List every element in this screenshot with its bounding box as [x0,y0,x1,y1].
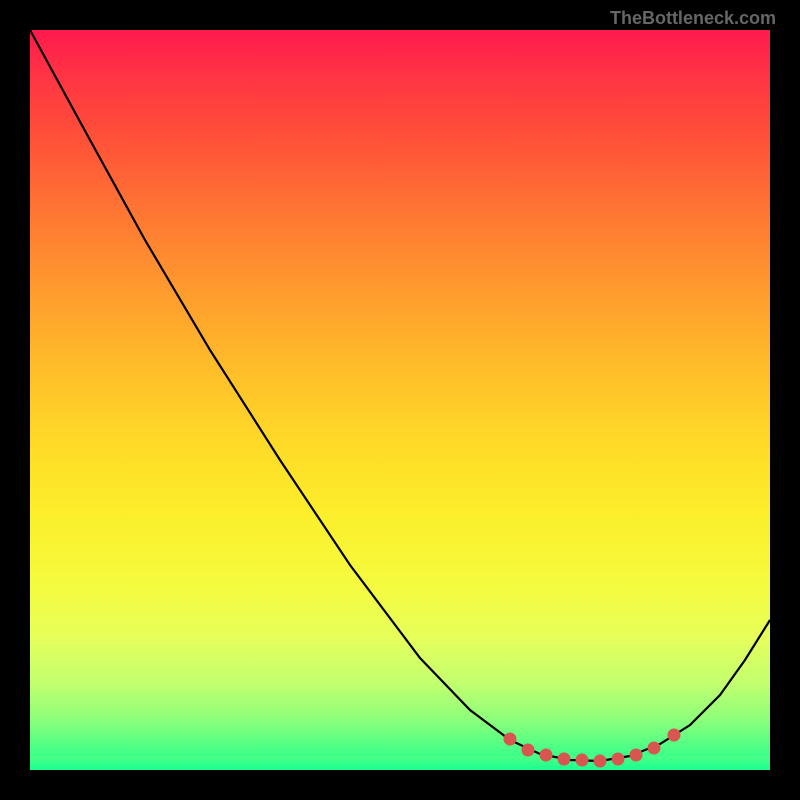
marker-dot [648,742,661,755]
marker-dot [630,749,643,762]
marker-dot [612,753,625,766]
curve-svg [30,30,770,770]
marker-dot [576,754,589,767]
marker-dot [540,749,553,762]
bottleneck-curve [30,30,770,761]
marker-dot [522,744,535,757]
marker-dot [558,753,571,766]
chart-container: TheBottleneck.com [0,0,800,800]
watermark-text: TheBottleneck.com [610,8,776,29]
marker-dot [668,729,681,742]
marker-dot [504,733,517,746]
marker-dot [594,755,607,768]
plot-area [30,30,770,770]
